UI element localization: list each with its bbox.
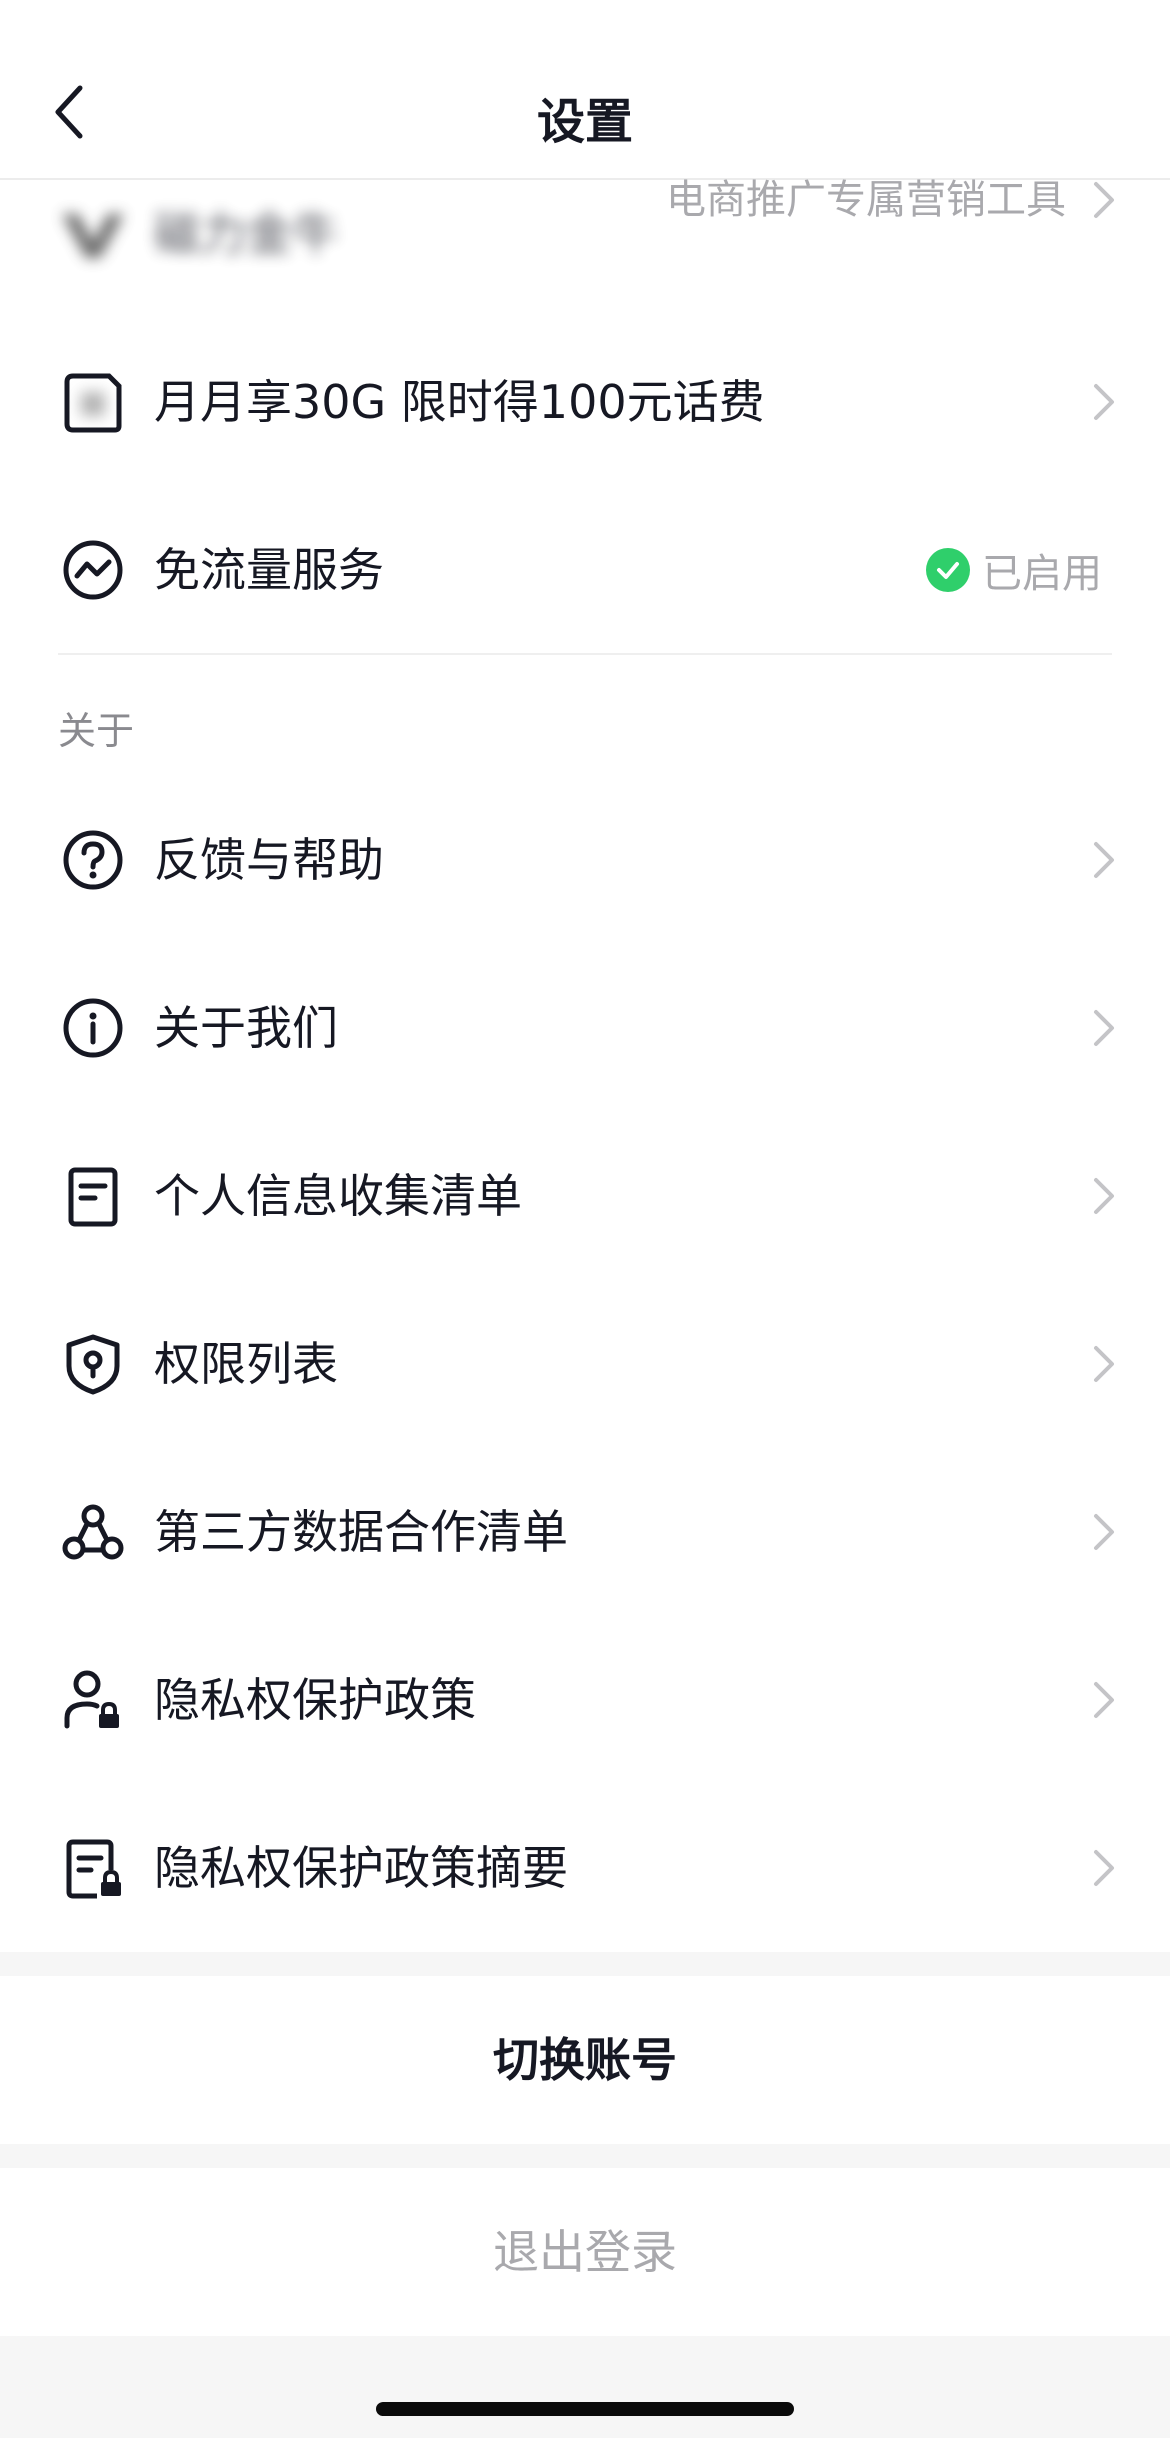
- settings-row-privacy-summary[interactable]: 隐私权保护政策摘要: [0, 1784, 1170, 1952]
- home-indicator[interactable]: [376, 2402, 794, 2416]
- settings-row-label: 关于我们: [154, 1001, 338, 1055]
- settings-row-privacy-policy[interactable]: 隐私权保护政策: [0, 1616, 1170, 1784]
- user-lock-icon: [58, 1665, 128, 1735]
- chevron-right-icon: [1094, 1178, 1114, 1214]
- settings-row-label: 免流量服务: [154, 543, 384, 597]
- status-text: 已启用: [982, 551, 1102, 597]
- chevron-right-icon: [1094, 1682, 1114, 1718]
- logout-button[interactable]: 退出登录: [0, 2168, 1170, 2336]
- check-circle-icon: [926, 548, 970, 592]
- chevron-right-icon: [1094, 1850, 1114, 1886]
- help-circle-icon: [58, 825, 128, 895]
- document-list-icon: [58, 1161, 128, 1231]
- section-separator: [0, 2144, 1170, 2168]
- settings-row-data-plan[interactable]: 月月享30G 限时得100元话费: [0, 318, 1170, 486]
- bottom-safe-area: [0, 2336, 1170, 2438]
- settings-row-subtitle: 电商推广专属营销工具: [666, 177, 1066, 223]
- settings-page: 设置 磁力金牛 电商推广专属营销工具 月月享30G 限时得100元话费 免流量服…: [0, 0, 1170, 2438]
- settings-row-label: 反馈与帮助: [154, 833, 384, 887]
- info-circle-icon: [58, 993, 128, 1063]
- shield-lock-icon: [58, 1329, 128, 1399]
- settings-row-feedback[interactable]: 反馈与帮助: [0, 776, 1170, 944]
- switch-account-button[interactable]: 切换账号: [0, 1976, 1170, 2144]
- settings-row-personal-info-list[interactable]: 个人信息收集清单: [0, 1112, 1170, 1280]
- settings-row-label: 第三方数据合作清单: [154, 1505, 568, 1559]
- settings-row-label: 隐私权保护政策: [154, 1673, 476, 1727]
- divider: [58, 653, 1112, 655]
- chevron-right-icon: [1094, 1010, 1114, 1046]
- status-badge: 已启用: [926, 486, 1102, 654]
- chevron-right-icon: [1094, 842, 1114, 878]
- settings-row-label: 月月享30G 限时得100元话费: [154, 375, 765, 429]
- settings-row-about-us[interactable]: 关于我们: [0, 944, 1170, 1112]
- section-title-about: 关于: [58, 709, 135, 753]
- brand-logo-icon: [58, 199, 128, 269]
- settings-row-permissions[interactable]: 权限列表: [0, 1280, 1170, 1448]
- settings-row-label: 个人信息收集清单: [154, 1169, 522, 1223]
- chevron-right-icon: [1094, 384, 1114, 420]
- settings-row-label: 隐私权保护政策摘要: [154, 1841, 568, 1895]
- chevron-right-icon: [1094, 182, 1114, 218]
- settings-row-label: 权限列表: [154, 1337, 338, 1391]
- settings-row-magic-star[interactable]: 磁力金牛 电商推广专属营销工具: [0, 150, 1170, 318]
- settings-row-free-traffic[interactable]: 免流量服务 已启用: [0, 486, 1170, 654]
- document-lock-icon: [58, 1833, 128, 1903]
- network-nodes-icon: [58, 1497, 128, 1567]
- sim-card-icon: [58, 367, 128, 437]
- traffic-icon: [58, 535, 128, 605]
- chevron-right-icon: [1094, 1514, 1114, 1550]
- settings-row-third-party-data[interactable]: 第三方数据合作清单: [0, 1448, 1170, 1616]
- settings-row-label: 磁力金牛: [154, 207, 338, 261]
- section-separator: [0, 1952, 1170, 1976]
- chevron-right-icon: [1094, 1346, 1114, 1382]
